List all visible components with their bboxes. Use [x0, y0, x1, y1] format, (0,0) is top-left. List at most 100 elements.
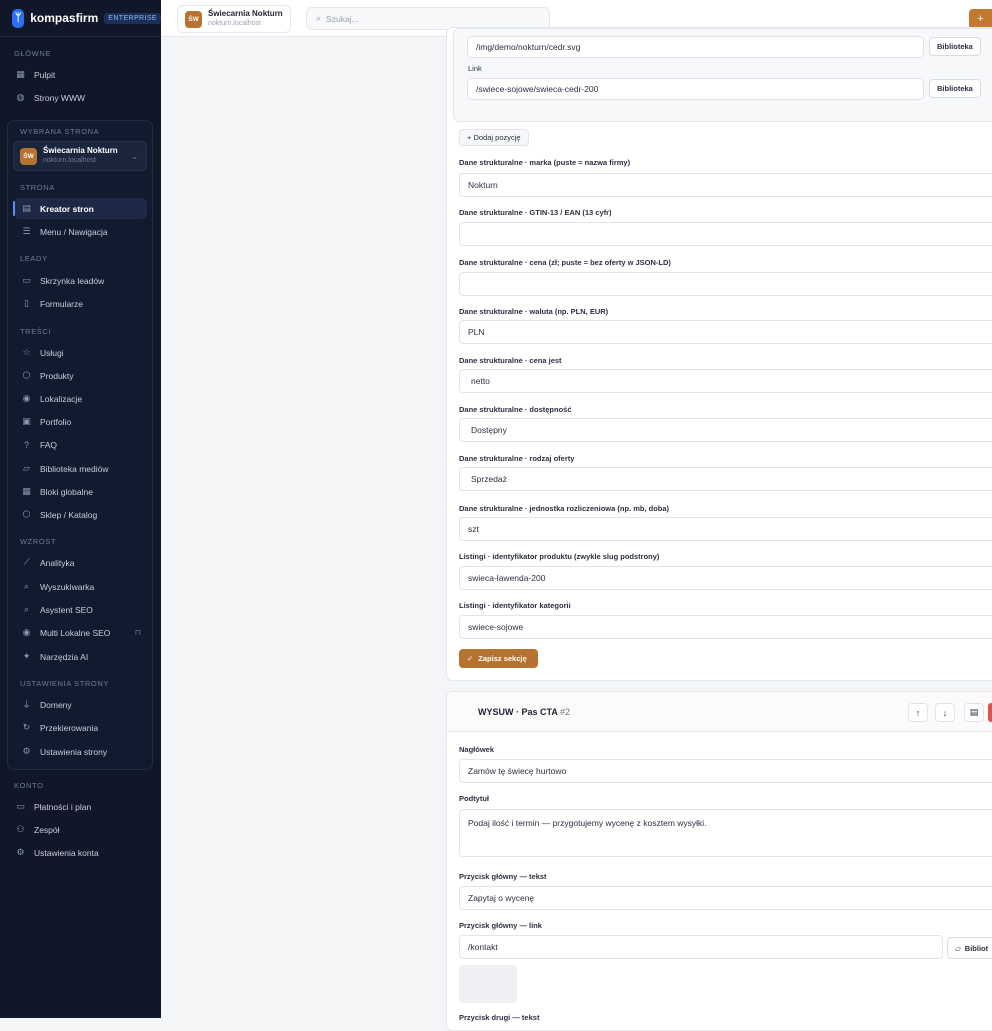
field-label: Dane strukturalne · rodzaj oferty	[459, 454, 575, 463]
sidebar-item-formularze[interactable]: ▯ Formularze	[14, 293, 147, 314]
image-preview	[459, 965, 517, 1003]
sidebar-item-ustawienia-strony[interactable]: ⚙ Ustawienia strony	[14, 741, 147, 762]
sidebar-item-menu[interactable]: ☰ Menu / Nawigacja	[14, 221, 147, 242]
sidebar-item-zespol[interactable]: ⚇ Zespół	[8, 819, 147, 840]
image-icon: ▣	[22, 416, 31, 426]
site-host: nokturn.localhost	[43, 157, 96, 164]
currency-field[interactable]: PLN	[459, 320, 992, 344]
sidebar-item-uslugi[interactable]: ☆ Usługi	[14, 342, 147, 363]
layout-icon: ▤	[22, 203, 31, 213]
sidebar-item-faq[interactable]: ? FAQ	[14, 434, 147, 455]
move-down-button[interactable]: ↓	[935, 703, 955, 722]
section-title-site-settings: USTAWIENIA STRONY	[20, 679, 109, 688]
save-section-button[interactable]: ✓ Zapisz sekcję	[459, 649, 538, 668]
primary-button-link-field[interactable]: /kontakt	[459, 935, 943, 959]
sidebar-item-portfolio[interactable]: ▣ Portfolio	[14, 411, 147, 432]
sidebar-item-ustawienia-konta[interactable]: ⚙ Ustawienia konta	[8, 842, 147, 863]
link-label: Link	[468, 64, 482, 73]
section-title-selected-site: WYBRANA STRONA	[20, 127, 100, 136]
sidebar-item-bloki-globalne[interactable]: ▦ Bloki globalne	[14, 481, 147, 502]
brand-name: kompasfirm	[30, 11, 99, 25]
library-button[interactable]: ▱ Bibliot	[947, 937, 992, 959]
field-label: Dane strukturalne · dostępność	[459, 405, 572, 414]
gtin-field[interactable]	[459, 222, 992, 246]
move-up-button[interactable]: ↑	[908, 703, 928, 722]
unit-field[interactable]: szt	[459, 517, 992, 541]
map-pin-icon: ◉	[22, 393, 31, 403]
image-path-field[interactable]: /img/demo/nokturn/cedr.svg	[467, 36, 924, 58]
sidebar-item-asystent-seo[interactable]: ⌕ Asystent SEO	[14, 599, 147, 620]
plus-icon: +	[977, 13, 984, 25]
sidebar-item-platnosci[interactable]: ▭ Płatności i plan	[8, 796, 147, 817]
site-avatar: ŚW	[185, 10, 202, 28]
delete-button[interactable]	[988, 703, 992, 722]
lock-icon: ⊓	[134, 628, 141, 637]
primary-button-text-field[interactable]: Zapytaj o wycenę	[459, 886, 992, 910]
availability-select[interactable]: Dostępny	[459, 418, 992, 442]
section-title-main: GŁÓWNE	[14, 49, 51, 58]
price-type-select[interactable]: netto	[459, 369, 992, 393]
sidebar-item-kreator-stron[interactable]: ▤ Kreator stron	[13, 198, 147, 219]
sidebar-item-strony-www[interactable]: ◍ Strony WWW	[8, 87, 147, 108]
credit-card-icon: ▭	[16, 801, 25, 811]
field-label: Podtytuł	[459, 794, 489, 803]
field-label: Dane strukturalne · cena jest	[459, 356, 562, 365]
add-button[interactable]: +	[969, 9, 992, 29]
sidebar-item-analityka[interactable]: ⟋ Analityka	[14, 552, 147, 573]
duplicate-button[interactable]: ▤	[964, 703, 984, 722]
help-circle-icon: ?	[23, 439, 29, 450]
sidebar-item-lokalizacje[interactable]: ◉ Lokalizacje	[14, 388, 147, 409]
link-field[interactable]: /swiece-sojowe/swieca-cedr-200	[467, 78, 924, 100]
field-label: Dane strukturalne · marka (puste = nazwa…	[459, 158, 631, 167]
sidebar-item-domeny[interactable]: ⏚ Domeny	[14, 694, 147, 715]
site-switcher[interactable]: ŚW Świecarnia Nokturn nokturn.localhost ⌄	[13, 141, 147, 171]
users-icon: ⚇	[16, 824, 25, 834]
library-button[interactable]: Biblioteka	[929, 37, 981, 56]
document-icon: ▤	[969, 707, 979, 717]
section-title-leads: LEADY	[20, 254, 48, 263]
field-label: Przycisk główny — tekst	[459, 872, 547, 881]
blocks-icon: ▦	[22, 486, 31, 496]
plan-badge: ENTERPRISE	[104, 12, 161, 24]
field-label: Dane strukturalne · GTIN-13 / EAN (13 cy…	[459, 208, 612, 217]
star-icon: ☆	[22, 347, 31, 357]
topbar-site-switcher[interactable]: ŚW Świecarnia Nokturn nokturn.localhost	[177, 5, 291, 33]
sidebar-item-narzedzia-ai[interactable]: ✦ Narzędzia AI	[14, 646, 147, 667]
sidebar-item-produkty[interactable]: ⬡ Produkty	[14, 365, 147, 386]
arrow-up-icon: ↑	[915, 707, 921, 718]
section-title-growth: WZROST	[20, 537, 57, 546]
site-name: Świecarnia Nokturn	[43, 146, 118, 155]
section-title-content: TREŚCI	[20, 327, 52, 336]
field-label: Nagłówek	[459, 745, 495, 754]
sidebar-item-przekierowania[interactable]: ↻ Przekierowania	[14, 717, 147, 738]
add-position-button[interactable]: + Dodaj pozycję	[459, 129, 529, 146]
brand[interactable]: ᛘ kompasfirm ENTERPRISE	[0, 0, 161, 37]
sidebar-item-biblioteka-mediow[interactable]: ▱ Biblioteka mediów	[14, 458, 147, 479]
compass-logo-icon: ᛘ	[12, 8, 25, 28]
category-id-field[interactable]: swiece-sojowe	[459, 615, 992, 639]
sidebar-item-pulpit[interactable]: ▦ Pulpit	[8, 64, 147, 85]
sidebar-item-skrzynka-leadow[interactable]: ▭ Skrzynka leadów	[14, 270, 147, 291]
search-icon: ⌕	[23, 581, 30, 591]
field-label: Dane strukturalne · waluta (np. PLN, EUR…	[459, 307, 609, 316]
grid-icon: ▦	[16, 69, 25, 79]
subtitle-textarea[interactable]: Podaj ilość i termin — przygotujemy wyce…	[459, 809, 992, 857]
sidebar-item-multi-lokalne-seo[interactable]: ◉ Multi Lokalne SEO ⊓	[14, 622, 147, 643]
plug-icon: ⏚	[21, 700, 31, 710]
folder-icon: ▱	[23, 463, 30, 473]
chevron-down-icon: ⌄	[131, 152, 138, 161]
section-title-site: STRONA	[20, 183, 55, 192]
offer-type-select[interactable]: Sprzedaż	[459, 467, 992, 491]
site-avatar: ŚW	[20, 147, 37, 165]
brand-field[interactable]: Nokturn	[459, 173, 992, 197]
heading-field[interactable]: Zamów tę świecę hurtowo	[459, 759, 992, 783]
gear-icon: ⚙	[22, 746, 31, 756]
folder-icon: ▱	[955, 943, 961, 953]
sidebar-item-sklep[interactable]: ⬡ Sklep / Katalog	[14, 504, 147, 525]
sidebar-item-wyszukiwarka[interactable]: ⌕ Wyszukiwarka	[14, 576, 147, 597]
site-name: Świecarnia Nokturn	[208, 9, 283, 18]
section-title: WYSUW · Pas CTA #2	[478, 707, 571, 717]
library-button[interactable]: Biblioteka	[929, 79, 981, 98]
product-id-field[interactable]: swieca-lawenda-200	[459, 566, 992, 590]
price-field[interactable]	[459, 272, 992, 296]
